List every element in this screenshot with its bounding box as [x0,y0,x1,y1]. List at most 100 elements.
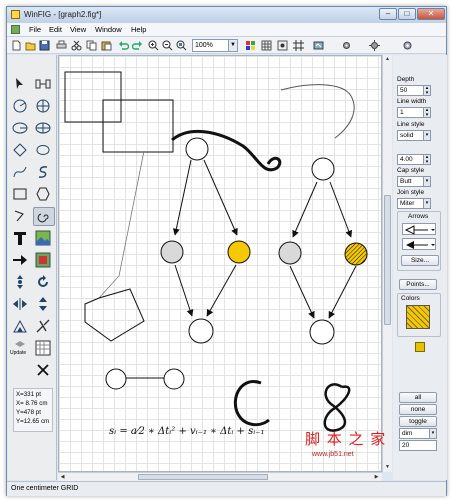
dumbbell-shape[interactable] [105,368,185,390]
zoom-in-icon[interactable] [148,40,159,51]
forward-arrow-select[interactable] [402,223,436,235]
maximize-button[interactable]: □ [398,8,416,20]
menu-edit[interactable]: Edit [49,25,62,34]
scroll-down-icon[interactable]: ▼ [383,463,392,471]
settings-icon[interactable] [341,40,352,51]
vertical-scrollbar[interactable]: ▲ ▼ [382,55,392,472]
figure-eight-curve[interactable] [323,383,351,432]
tool-arc-selected[interactable] [33,207,55,226]
c-curve[interactable] [234,380,270,427]
scroll-left-icon[interactable]: ◀ [58,473,67,481]
tool-library[interactable] [33,251,55,270]
line-width-label: Line width [397,98,427,105]
dim-select[interactable]: dim ▾ [399,428,437,439]
undo-icon[interactable] [118,40,129,51]
dash-length-field[interactable]: 4.00 ▴ ▾ [397,154,431,165]
tool-ellipse-diameter[interactable] [33,119,55,138]
tool-picture[interactable] [33,229,55,248]
cut-icon[interactable] [71,40,82,51]
tool-align[interactable] [33,75,55,94]
graph-left[interactable] [160,137,251,344]
line-style-select[interactable]: solid ▾ [397,130,431,141]
tool-arrow[interactable] [10,251,32,270]
menu-view[interactable]: View [70,25,86,34]
cap-style-select[interactable]: Butt ▾ [397,176,431,187]
tool-scale[interactable] [10,317,32,336]
pentagon-shape[interactable] [84,288,145,342]
tool-delete[interactable] [33,361,55,380]
redo-icon[interactable] [132,40,143,51]
depth-label: Depth [397,76,415,83]
tool-rotate[interactable] [33,273,55,292]
tool-circle-center[interactable] [10,97,32,116]
close-button[interactable]: ✕ [417,8,445,20]
line-width-field[interactable]: 1 ▴ ▾ [397,107,431,118]
dim-value-field[interactable]: 20 [399,440,437,451]
tool-box[interactable] [10,185,32,204]
tool-move-point[interactable] [10,273,32,292]
tool-flip-vertical[interactable] [33,295,55,314]
color-picker-icon[interactable] [415,342,425,352]
tool-open-spline[interactable] [10,163,32,182]
snap-icon[interactable] [277,40,288,51]
tool-circle-diameter[interactable] [33,97,55,116]
line-width-spinner[interactable]: ▴ ▾ [423,108,430,117]
tool-polygon[interactable] [33,185,55,204]
horizontal-scrollbar[interactable]: ◀ ▶ [58,472,382,481]
copy-icon[interactable] [86,40,97,51]
backward-arrow-select[interactable] [402,238,436,250]
graph-right[interactable] [278,157,368,345]
tool-edit[interactable] [33,339,55,358]
size-button[interactable]: Size... [401,255,439,266]
fill-color-swatch[interactable] [406,305,430,329]
toggle-button[interactable]: toggle [399,416,437,427]
thin-curve[interactable] [280,84,355,139]
vertical-scroll-thumb[interactable] [384,195,391,325]
depth-spinner[interactable]: ▴ ▾ [423,86,430,95]
formula-text[interactable]: sᵢ = a⁄2 ∗ Δtᵢ² + vᵢ₋₁ ∗ Δtᵢ + sᵢ₋₁ [109,426,265,437]
tool-break[interactable] [33,317,55,336]
dash-length-spinner[interactable]: ▴ ▾ [423,155,430,164]
tool-ellipse-radius[interactable] [10,119,32,138]
tool-update[interactable]: Update [10,339,32,358]
tool-arc[interactable] [10,207,32,226]
tool-closed-spline[interactable] [10,141,32,160]
open-icon[interactable] [25,40,36,51]
gear-icon[interactable] [402,40,413,51]
export-icon[interactable] [313,40,324,51]
paste-icon[interactable] [101,40,112,51]
document-icon[interactable] [11,25,20,34]
drawing-canvas[interactable]: sᵢ = a⁄2 ∗ Δtᵢ² + vᵢ₋₁ ∗ Δtᵢ + sᵢ₋₁ [58,55,382,472]
depth-field[interactable]: 50 ▴ ▾ [397,85,431,96]
menu-help[interactable]: Help [131,25,146,34]
menu-file[interactable]: File [29,25,41,34]
scroll-up-icon[interactable]: ▲ [383,55,392,63]
scale-icon [13,319,27,333]
save-icon[interactable] [39,40,50,51]
depth-value: 50 [400,87,408,94]
scroll-right-icon[interactable]: ▶ [372,473,381,481]
zoom-out-icon[interactable] [162,40,173,51]
tool-text[interactable] [10,229,32,248]
hash-grid-icon[interactable] [293,40,304,51]
points-button[interactable]: Points... [399,279,437,290]
zoom-fit-icon[interactable] [176,40,187,51]
tool-select[interactable] [10,75,32,94]
layers-icon[interactable] [245,40,256,51]
join-style-select[interactable]: Miter ▾ [397,198,431,209]
tool-interp-spline-closed[interactable] [33,141,55,160]
grid-icon[interactable] [261,40,272,51]
select-none-button[interactable]: none [399,404,437,415]
print-icon[interactable] [56,40,67,51]
horizontal-scroll-thumb[interactable] [138,474,268,480]
tool-flip-horizontal[interactable] [10,295,32,314]
menu-window[interactable]: Window [95,25,122,34]
select-all-button[interactable]: all [399,392,437,403]
preferences-icon[interactable] [369,40,380,51]
new-icon[interactable] [11,40,22,51]
rectangles[interactable] [64,71,174,153]
connector-line[interactable] [98,150,145,299]
tool-interp-spline-open[interactable] [33,163,55,182]
minimize-button[interactable]: – [379,8,397,20]
zoom-select[interactable]: 100% ▼ [192,39,238,52]
